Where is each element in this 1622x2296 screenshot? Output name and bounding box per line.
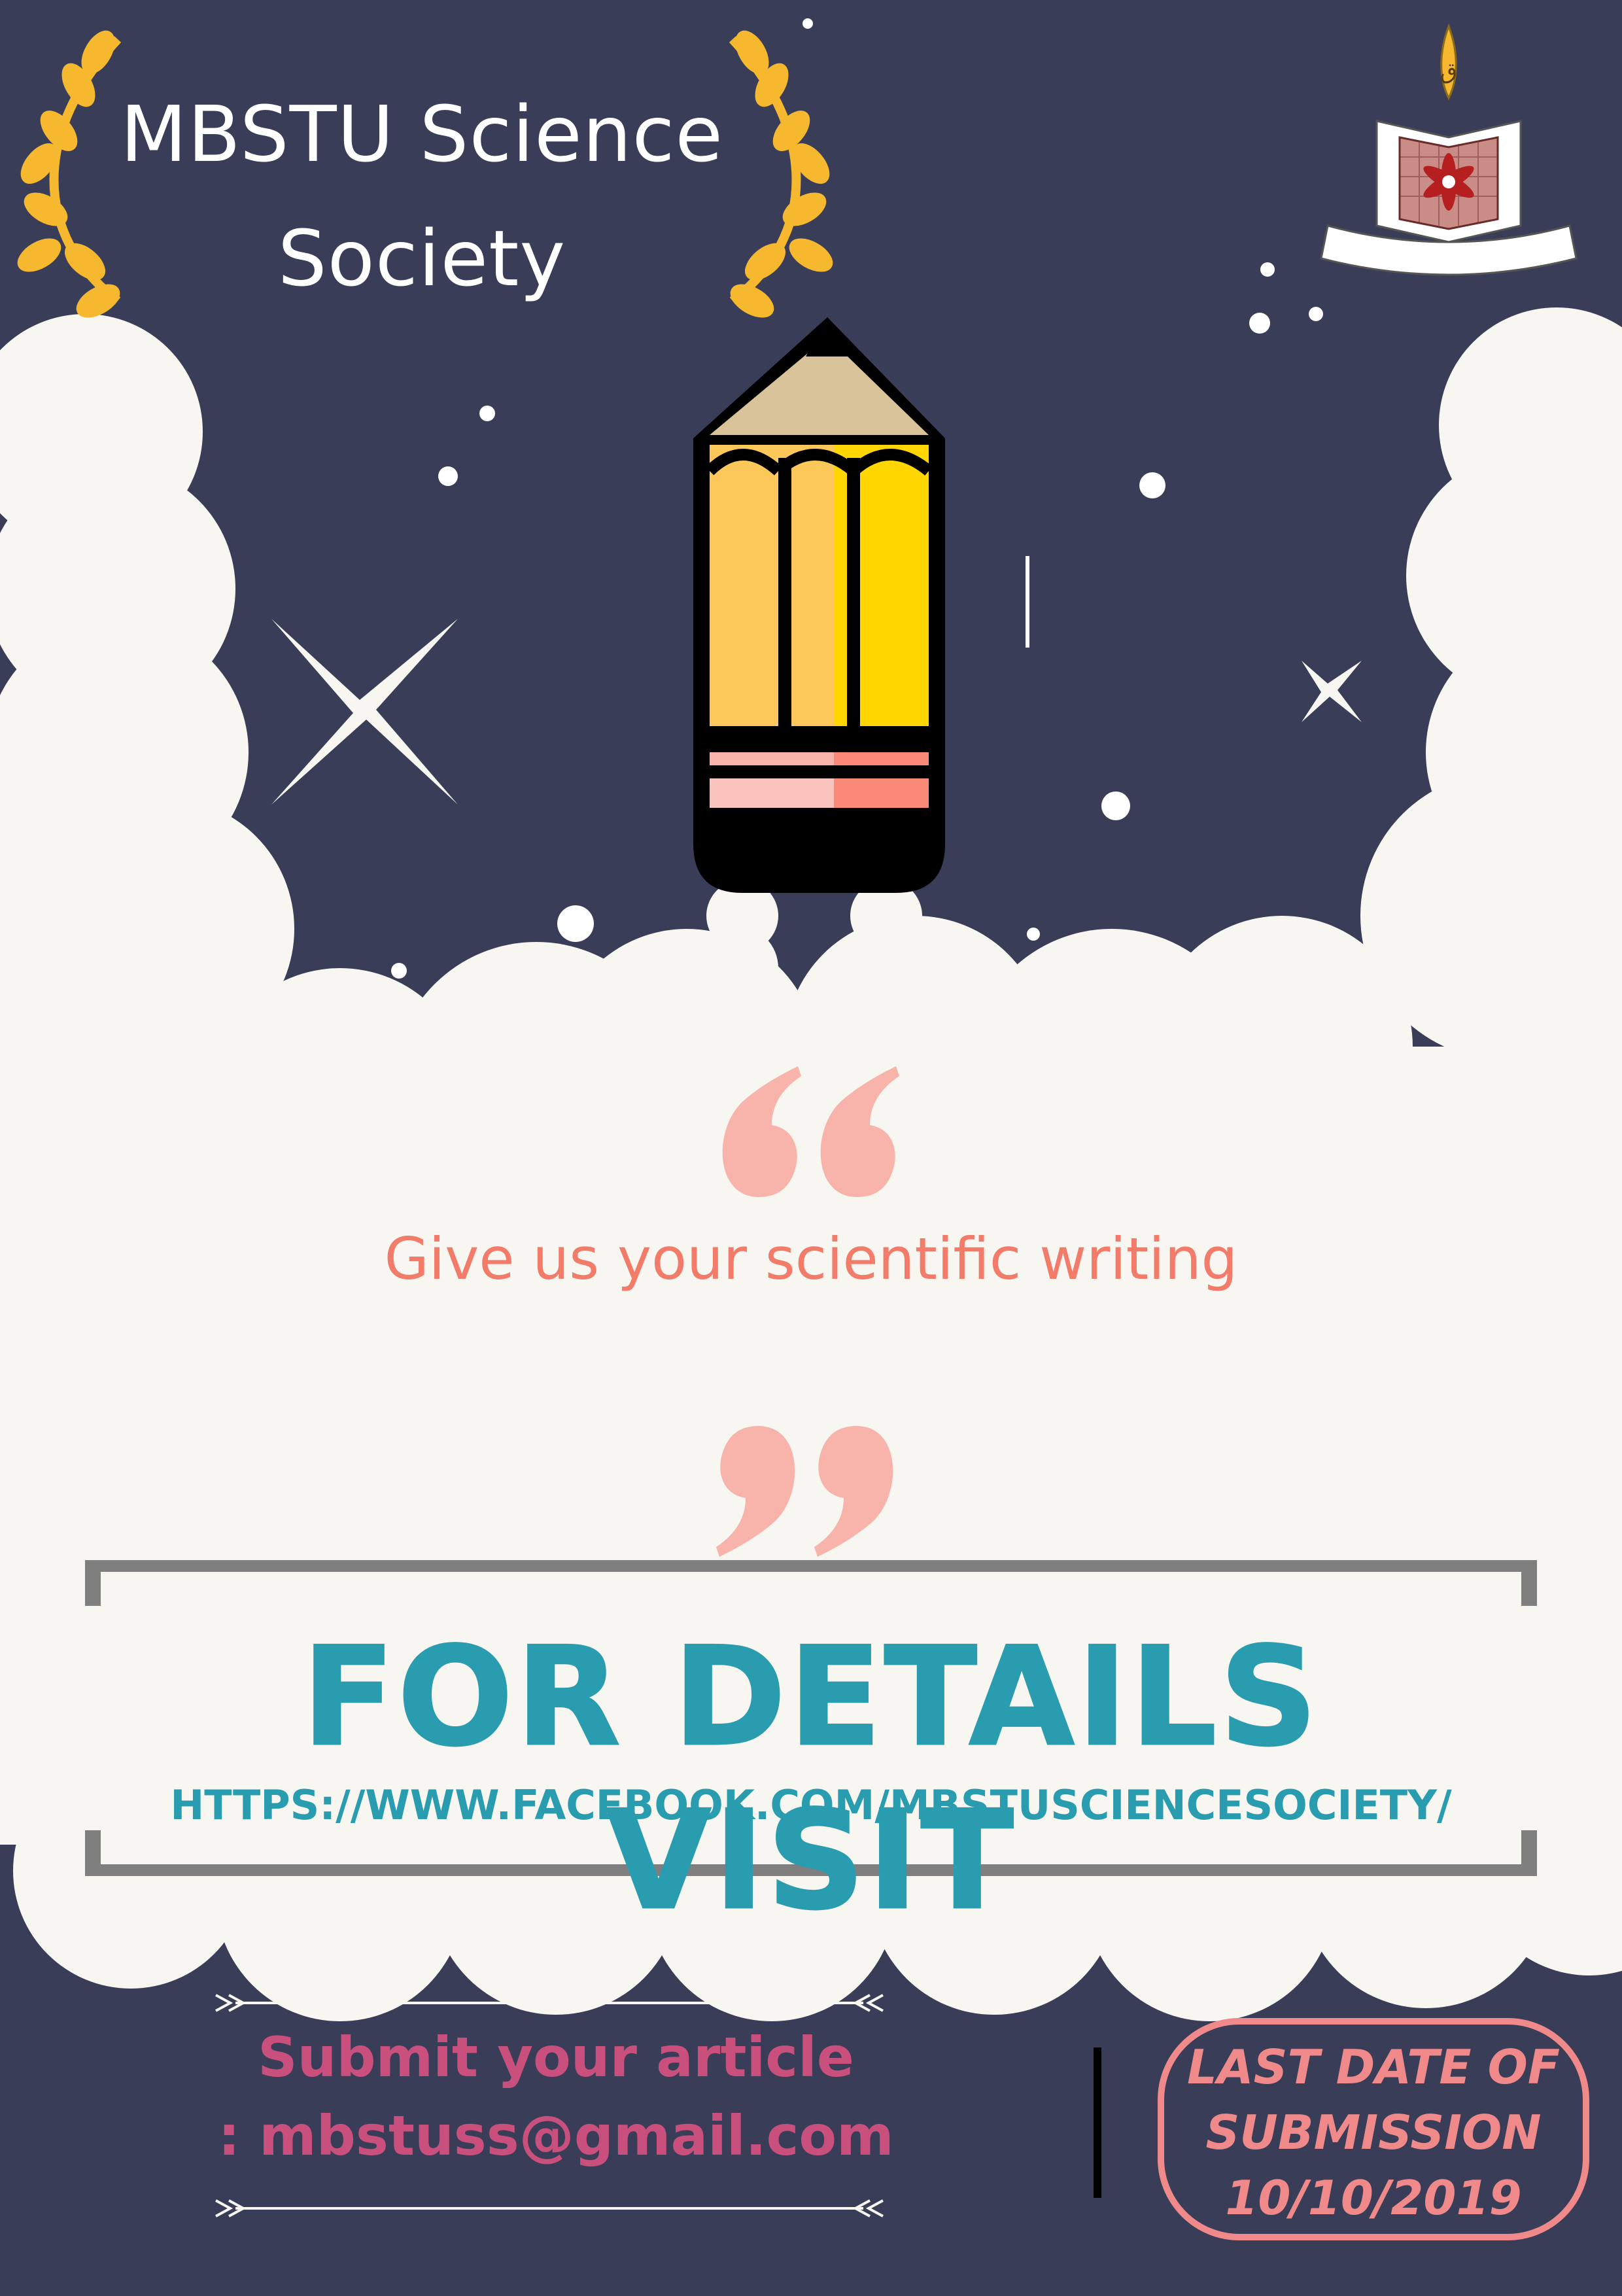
facebook-link[interactable]: HTTPS://WWW.FACEBOOK.COM/MBSTUSCIENCESOC… (98, 1776, 1524, 1835)
poster-artwork: ق (0, 0, 1622, 2296)
deadline-label-1: LAST DATE OF (1187, 2040, 1560, 2095)
vertical-divider (1094, 2047, 1101, 2198)
quote-text: Give us your scientific writing (384, 1225, 1238, 1293)
submission-email-link[interactable]: : mbstuss@gmail.com (196, 2096, 916, 2175)
svg-text:ق: ق (1440, 58, 1457, 84)
deadline-badge: LAST DATE OF SUBMISSION 10/10/2019 (1164, 2034, 1583, 2231)
submission-info: Submit your article : mbstuss@gmail.com (196, 2018, 916, 2175)
page-title: MBSTU Science Society (120, 89, 723, 304)
deadline-date: 10/10/2019 (1225, 2170, 1522, 2225)
deadline-label-2: SUBMISSION (1205, 2105, 1542, 2160)
submission-label: Submit your article (258, 2025, 854, 2089)
